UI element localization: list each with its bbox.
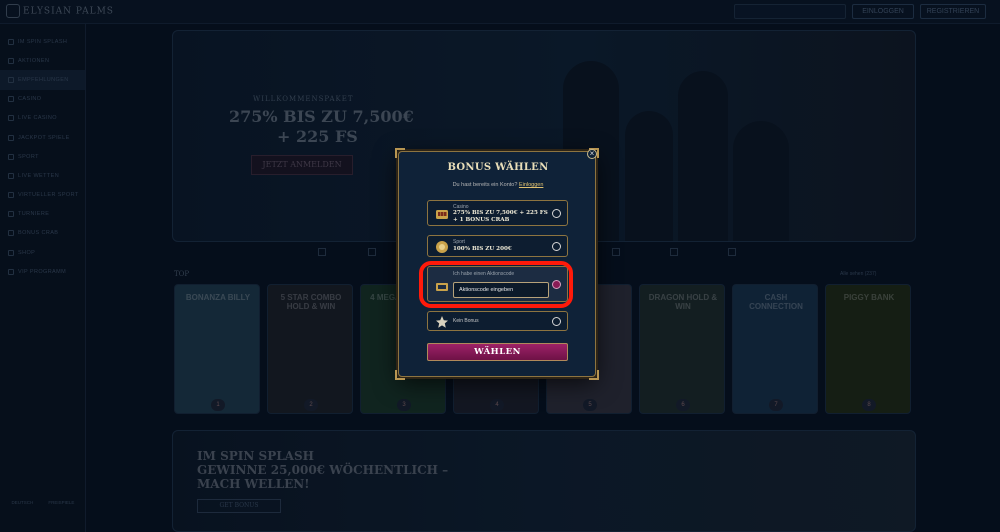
close-icon[interactable]: × (587, 149, 597, 159)
radio-button[interactable] (552, 317, 561, 326)
slot-machine-icon (436, 210, 448, 219)
option-description: 275% BIS ZU 7,500€ + 225 FS (453, 210, 548, 216)
option-category: Kein Bonus (453, 318, 479, 324)
option-description: 100% BIS ZU 200€ (453, 246, 512, 252)
ornament (395, 148, 405, 158)
account-question: Du hast bereits ein Konto? (452, 182, 518, 188)
bonus-option-sport[interactable]: Sport 100% BIS ZU 200€ (427, 235, 568, 257)
bonus-option-none[interactable]: Kein Bonus (427, 311, 568, 331)
login-link[interactable]: Einloggen (519, 182, 543, 188)
highlight-outline (419, 261, 573, 308)
ornament (395, 370, 405, 380)
option-category: Sport (453, 239, 465, 245)
star-icon (436, 316, 448, 328)
modal-subtitle: Du hast bereits ein Konto? Einloggen (399, 182, 597, 188)
radio-button[interactable] (552, 242, 561, 251)
radio-button[interactable] (552, 209, 561, 218)
select-bonus-button[interactable]: WÄHLEN (427, 343, 568, 361)
bonus-option-casino[interactable]: Casino 275% BIS ZU 7,500€ + 225 FS + 1 B… (427, 200, 568, 226)
modal-title: BONUS WÄHLEN (447, 162, 549, 173)
ball-icon (436, 241, 448, 253)
option-description-2: + 1 BONUS CRAB (453, 217, 510, 223)
ornament (589, 370, 599, 380)
